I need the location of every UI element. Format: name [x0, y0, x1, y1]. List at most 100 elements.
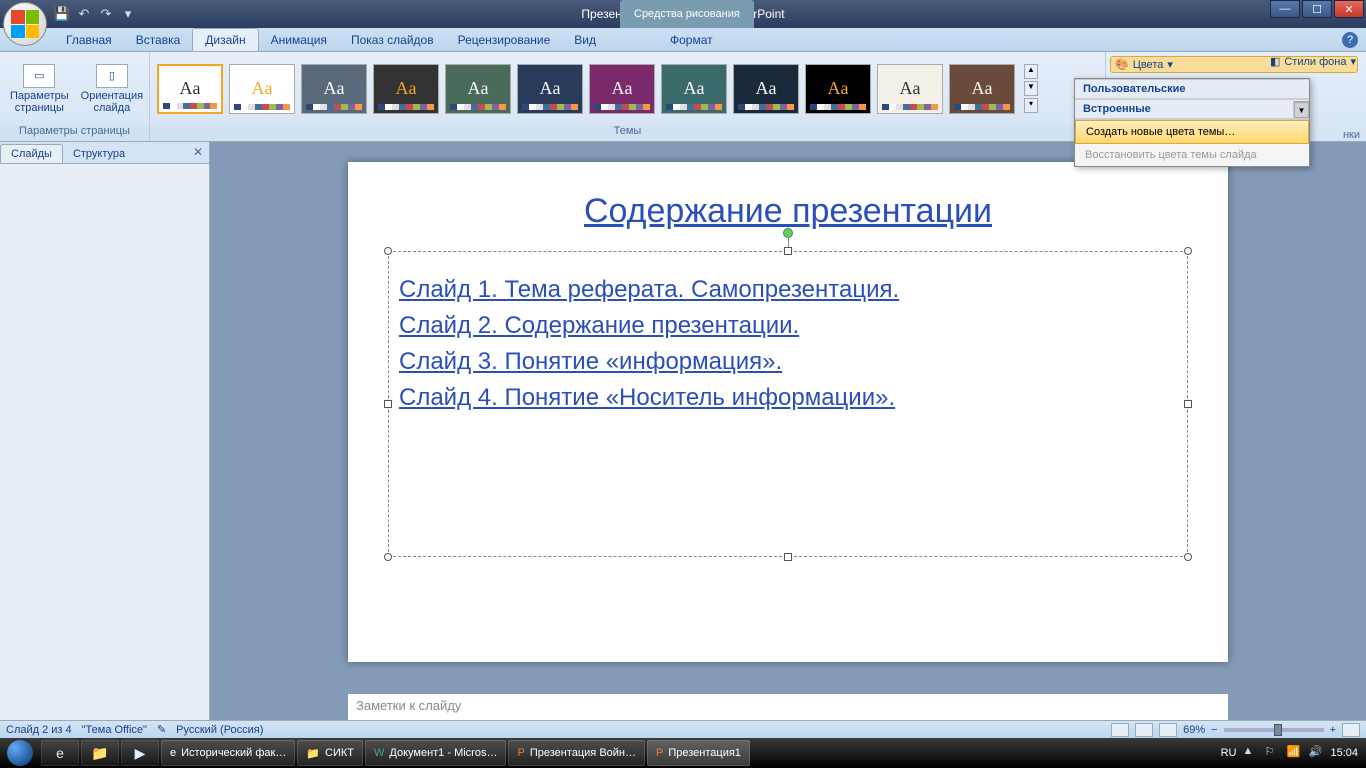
powerpoint-icon: P	[517, 747, 524, 759]
start-button[interactable]	[0, 738, 40, 768]
tray-lang[interactable]: RU	[1221, 747, 1237, 759]
window-controls: — ☐ ✕	[1268, 0, 1364, 18]
panel-tab-outline[interactable]: Структура	[63, 145, 135, 163]
taskbar-item[interactable]: PПрезентация Войн…	[508, 740, 645, 766]
resize-handle[interactable]	[384, 553, 392, 561]
theme-thumbnail[interactable]: Aa	[877, 64, 943, 114]
panel-tab-slides[interactable]: Слайды	[0, 144, 63, 163]
slide-content-line[interactable]: Слайд 1. Тема реферата. Самопрезентация.	[399, 276, 1177, 304]
slide-content-line[interactable]: Слайд 4. Понятие «Носитель информации».	[399, 384, 1177, 412]
qat-more-icon[interactable]: ▾	[120, 6, 136, 22]
slide-orientation-button[interactable]: ▯Ориентация слайда	[77, 62, 147, 116]
theme-thumbnail[interactable]: Aa	[157, 64, 223, 114]
taskbar-item[interactable]: WДокумент1 - Micros…	[365, 740, 506, 766]
tray-clock[interactable]: 15:04	[1330, 747, 1358, 759]
taskbar-item[interactable]: 📁СИКТ	[297, 740, 363, 766]
create-new-colors-button[interactable]: Создать новые цвета темы…	[1075, 120, 1309, 144]
maximize-button[interactable]: ☐	[1302, 0, 1332, 18]
theme-thumbnail[interactable]: Aa	[589, 64, 655, 114]
resize-handle[interactable]	[1184, 247, 1192, 255]
zoom-in-icon[interactable]: +	[1330, 724, 1336, 736]
minimize-button[interactable]: —	[1270, 0, 1300, 18]
dropdown-icon: ▾	[1167, 58, 1173, 71]
themes-gallery[interactable]: AaAaAaAaAaAaAaAaAaAaAaAa▲▼▾	[150, 52, 1105, 125]
resize-handle[interactable]	[784, 553, 792, 561]
dropdown-icon: ▾	[1350, 55, 1356, 68]
tab-review[interactable]: Рецензирование	[446, 29, 563, 51]
taskbar-item[interactable]: PПрезентация1	[647, 740, 750, 766]
page-params-button[interactable]: ▭Параметры страницы	[6, 62, 73, 116]
notes-area[interactable]: Заметки к слайду	[348, 690, 1228, 720]
panel-close-icon[interactable]: ✕	[193, 145, 203, 159]
zoom-handle[interactable]	[1274, 724, 1282, 736]
theme-thumbnail[interactable]: Aa	[373, 64, 439, 114]
bg-styles-icon: ◧	[1270, 55, 1280, 68]
zoom-out-icon[interactable]: −	[1211, 724, 1217, 736]
page-params-icon: ▭	[23, 64, 55, 88]
gallery-down-icon[interactable]: ▼	[1024, 81, 1038, 96]
theme-thumbnail[interactable]: Aa	[733, 64, 799, 114]
tab-insert[interactable]: Вставка	[124, 29, 193, 51]
ie-icon: e	[170, 747, 176, 759]
tab-view[interactable]: Вид	[562, 29, 608, 51]
redo-icon[interactable]: ↷	[98, 6, 114, 22]
taskbar-pin-explorer[interactable]: 📁	[81, 740, 119, 766]
theme-thumbnail[interactable]: Aa	[661, 64, 727, 114]
tray-action-icon[interactable]: ⚐	[1264, 745, 1280, 761]
tray-flag-icon[interactable]: ▲	[1242, 745, 1258, 761]
status-language[interactable]: Русский (Россия)	[176, 724, 263, 736]
zoom-slider[interactable]	[1224, 728, 1324, 732]
tray-network-icon[interactable]: 📶	[1286, 745, 1302, 761]
undo-icon[interactable]: ↶	[76, 6, 92, 22]
zoom-level[interactable]: 69%	[1183, 724, 1205, 736]
tab-home[interactable]: Главная	[54, 29, 124, 51]
help-icon[interactable]: ?	[1342, 32, 1358, 48]
close-button[interactable]: ✕	[1334, 0, 1364, 18]
taskbar-pin-media[interactable]: ▶	[121, 740, 159, 766]
view-slideshow-button[interactable]	[1159, 723, 1177, 737]
status-theme: "Тема Office"	[82, 724, 147, 736]
bg-styles-button[interactable]: ◧Стили фона▾	[1266, 54, 1360, 69]
reset-colors-button[interactable]: Восстановить цвета темы слайда	[1075, 144, 1309, 166]
dropdown-scrollbar[interactable]: ▲ ▼	[1293, 101, 1309, 118]
theme-thumbnail[interactable]: Aa	[517, 64, 583, 114]
taskbar-item[interactable]: eИсторический фак…	[161, 740, 295, 766]
theme-thumbnail[interactable]: Aa	[229, 64, 295, 114]
scroll-down-icon[interactable]: ▼	[1294, 102, 1309, 118]
gallery-more-icon[interactable]: ▾	[1024, 98, 1038, 113]
content-textbox[interactable]: Слайд 1. Тема реферата. Самопрезентация.…	[388, 251, 1188, 557]
slide-content-line[interactable]: Слайд 2. Содержание презентации.	[399, 312, 1177, 340]
ribbon-tabs: Главная Вставка Дизайн Анимация Показ сл…	[0, 28, 1366, 52]
rotate-handle[interactable]	[783, 228, 793, 238]
tab-slideshow[interactable]: Показ слайдов	[339, 29, 446, 51]
folder-icon: 📁	[306, 747, 320, 760]
tab-animation[interactable]: Анимация	[259, 29, 339, 51]
taskbar-pin-ie[interactable]: e	[41, 740, 79, 766]
office-button[interactable]	[3, 2, 47, 46]
slide-editor-area[interactable]: Содержание презентации Слайд 1. Тема реф…	[210, 142, 1366, 720]
view-sorter-button[interactable]	[1135, 723, 1153, 737]
view-normal-button[interactable]	[1111, 723, 1129, 737]
slide-thumbnails[interactable]	[0, 164, 209, 720]
slide-content-line[interactable]: Слайд 3. Понятие «информация».	[399, 348, 1177, 376]
spellcheck-icon[interactable]: ✎	[157, 723, 166, 736]
group-label-themes: Темы	[150, 125, 1105, 141]
resize-handle[interactable]	[384, 400, 392, 408]
save-icon[interactable]: 💾	[54, 6, 70, 22]
theme-thumbnail[interactable]: Aa	[301, 64, 367, 114]
resize-handle[interactable]	[784, 247, 792, 255]
slide-canvas[interactable]: Содержание презентации Слайд 1. Тема реф…	[348, 162, 1228, 662]
fit-window-button[interactable]	[1342, 723, 1360, 737]
dd-section-custom: Пользовательские	[1075, 79, 1309, 99]
theme-thumbnail[interactable]: Aa	[949, 64, 1015, 114]
gallery-up-icon[interactable]: ▲	[1024, 64, 1038, 79]
tab-design[interactable]: Дизайн	[192, 28, 258, 51]
tab-format[interactable]: Формат	[658, 29, 725, 51]
resize-handle[interactable]	[1184, 400, 1192, 408]
theme-thumbnail[interactable]: Aa	[445, 64, 511, 114]
resize-handle[interactable]	[384, 247, 392, 255]
slide-title[interactable]: Содержание презентации	[388, 192, 1188, 231]
resize-handle[interactable]	[1184, 553, 1192, 561]
tray-volume-icon[interactable]: 🔊	[1308, 745, 1324, 761]
theme-thumbnail[interactable]: Aa	[805, 64, 871, 114]
